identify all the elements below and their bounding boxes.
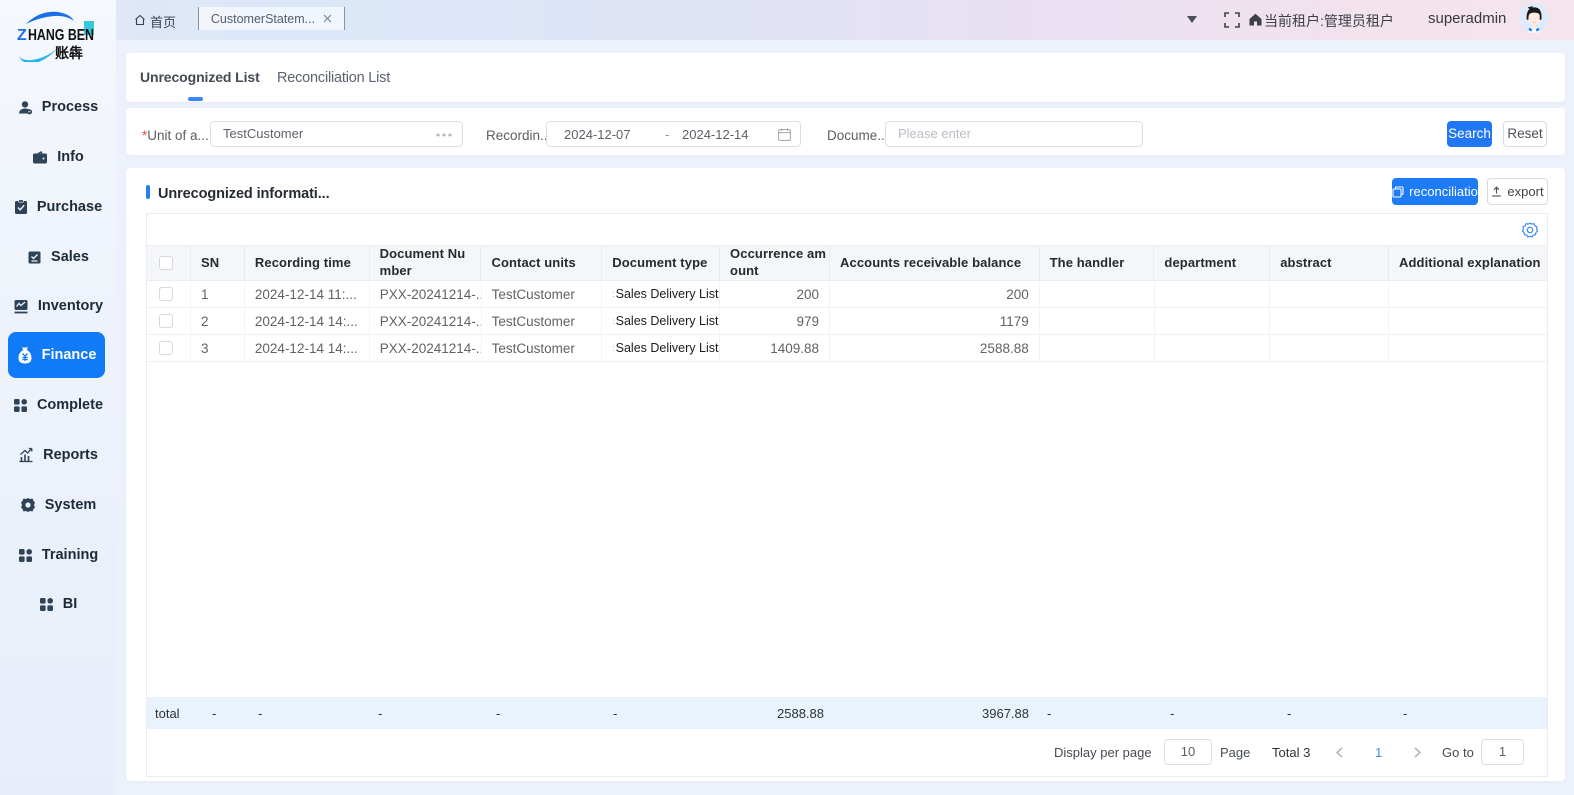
svg-text:账犇: 账犇 — [55, 45, 83, 61]
svg-text:Z: Z — [17, 27, 27, 44]
svg-text:HANG BEN: HANG BEN — [28, 27, 94, 44]
